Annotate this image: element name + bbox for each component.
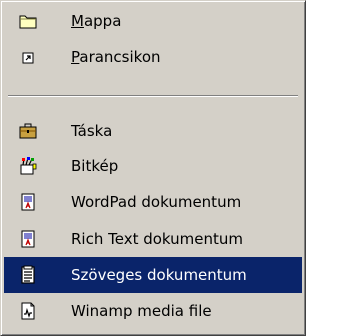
folder-icon [18, 11, 38, 31]
shortcut-icon [18, 47, 38, 67]
menu-item-label-rest: arancsikon [79, 48, 161, 66]
menu-item-label: Bitkép [71, 157, 119, 175]
text-doc-icon [18, 265, 38, 285]
menu-item-label: Rich Text dokumentum [71, 230, 243, 248]
menu-item-label: WordPad dokumentum [71, 193, 242, 211]
menu-item-shortcut[interactable]: Parancsikon [4, 39, 302, 75]
menu-item-wordpad-document[interactable]: WordPad dokumentum [4, 184, 302, 220]
bitmap-icon [18, 156, 38, 176]
briefcase-icon [18, 121, 38, 141]
menu-item-label-rest: appa [83, 12, 122, 30]
winamp-file-icon [18, 301, 38, 321]
menu-item-rich-text-document[interactable]: Rich Text dokumentum [4, 221, 302, 257]
menu-item-label: Szöveges dokumentum [71, 266, 247, 284]
menu-item-briefcase[interactable]: Táska [4, 113, 302, 149]
menu-item-label: Táska [71, 122, 113, 140]
menu-item-label-accel: M [71, 12, 84, 30]
menu-item-bitmap[interactable]: Bitkép [4, 148, 302, 184]
menu-item-folder[interactable]: Mappa [4, 3, 302, 39]
menu-separator [8, 95, 298, 97]
wordpad-doc-icon [18, 192, 38, 212]
rtf-doc-icon [18, 229, 38, 249]
menu-item-winamp-media-file[interactable]: Winamp media file [4, 293, 302, 329]
new-submenu: Mappa Parancsikon Táska Bitkép WordPad d… [0, 0, 306, 336]
menu-item-text-document[interactable]: Szöveges dokumentum [4, 257, 302, 293]
menu-item-label: Winamp media file [71, 302, 212, 320]
